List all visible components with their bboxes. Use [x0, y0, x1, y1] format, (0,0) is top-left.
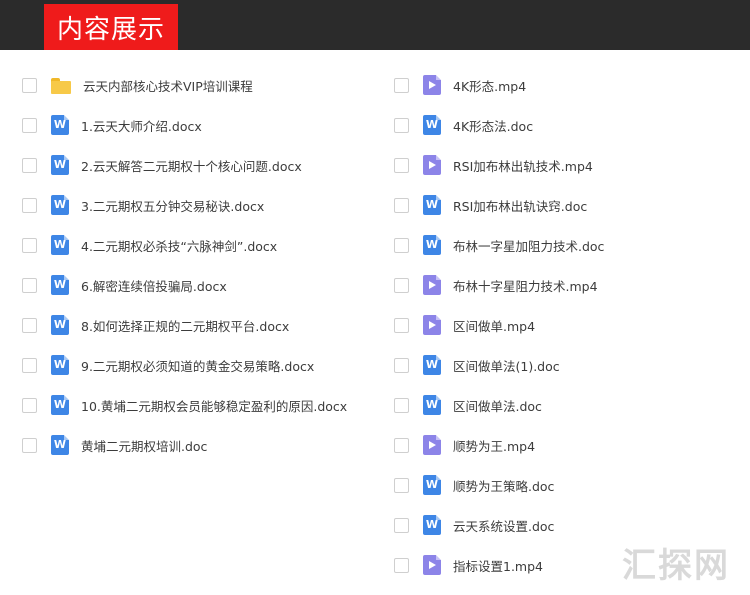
file-checkbox[interactable] — [394, 477, 409, 493]
file-name[interactable]: 4.二元期权必杀技“六脉神剑”.docx — [81, 236, 277, 255]
file-name[interactable]: 顺势为王.mp4 — [453, 436, 535, 455]
file-name[interactable]: 10.黄埔二元期权会员能够稳定盈利的原因.docx — [81, 396, 347, 415]
file-name[interactable]: 云天内部核心技术VIP培训课程 — [83, 76, 253, 95]
file-name[interactable]: 指标设置1.mp4 — [453, 556, 543, 575]
file-name[interactable]: 顺势为王策略.doc — [453, 476, 554, 495]
file-checkbox[interactable] — [22, 77, 37, 93]
file-row[interactable]: W RSI加布林出轨诀窍.doc — [394, 185, 604, 225]
file-name[interactable]: 云天系统设置.doc — [453, 516, 554, 535]
file-checkbox[interactable] — [394, 397, 409, 413]
word-doc-icon: W — [51, 115, 69, 135]
file-checkbox[interactable] — [394, 437, 409, 453]
file-checkbox[interactable] — [22, 277, 37, 293]
file-row[interactable]: W 8.如何选择正规的二元期权平台.docx — [22, 305, 347, 345]
file-row[interactable]: 云天内部核心技术VIP培训课程 — [22, 65, 347, 105]
file-name[interactable]: 8.如何选择正规的二元期权平台.docx — [81, 316, 289, 335]
file-checkbox[interactable] — [394, 357, 409, 373]
word-doc-icon: W — [51, 235, 69, 255]
file-row[interactable]: W 区间做单法.doc — [394, 385, 604, 425]
file-name[interactable]: 2.云天解答二元期权十个核心问题.docx — [81, 156, 302, 175]
word-doc-icon: W — [51, 195, 69, 215]
word-doc-icon: W — [423, 355, 441, 375]
word-doc-icon: W — [51, 275, 69, 295]
right-file-list: 4K形态.mp4 W 4K形态法.doc RSI加布林出轨技术.mp4 W RSI加布林出… — [394, 65, 604, 585]
file-name[interactable]: 1.云天大师介绍.docx — [81, 116, 202, 135]
file-row[interactable]: W 云天系统设置.doc — [394, 505, 604, 545]
file-row[interactable]: W 区间做单法(1).doc — [394, 345, 604, 385]
file-checkbox[interactable] — [22, 397, 37, 413]
file-name[interactable]: 区间做单法(1).doc — [453, 356, 560, 375]
file-checkbox[interactable] — [394, 117, 409, 133]
file-checkbox[interactable] — [394, 517, 409, 533]
folder-icon — [51, 78, 71, 94]
file-name[interactable]: 区间做单法.doc — [453, 396, 542, 415]
file-row[interactable]: RSI加布林出轨技术.mp4 — [394, 145, 604, 185]
file-row[interactable]: 布林十字星阻力技术.mp4 — [394, 265, 604, 305]
file-row[interactable]: 指标设置1.mp4 — [394, 545, 604, 585]
video-file-icon — [423, 275, 441, 295]
file-checkbox[interactable] — [394, 557, 409, 573]
file-checkbox[interactable] — [22, 157, 37, 173]
file-name[interactable]: 黄埔二元期权培训.doc — [81, 436, 207, 455]
video-file-icon — [423, 155, 441, 175]
video-file-icon — [423, 555, 441, 575]
file-row[interactable]: W 顺势为王策略.doc — [394, 465, 604, 505]
word-doc-icon: W — [423, 235, 441, 255]
left-file-list: 云天内部核心技术VIP培训课程 W 1.云天大师介绍.docx W 2.云天解答二元期权… — [22, 65, 347, 465]
file-checkbox[interactable] — [394, 237, 409, 253]
file-row[interactable]: W 1.云天大师介绍.docx — [22, 105, 347, 145]
file-row[interactable]: 区间做单.mp4 — [394, 305, 604, 345]
word-doc-icon: W — [51, 355, 69, 375]
header-bar: 内容展示 — [0, 0, 750, 50]
word-doc-icon: W — [423, 395, 441, 415]
file-name[interactable]: 布林十字星阻力技术.mp4 — [453, 276, 598, 295]
file-checkbox[interactable] — [394, 277, 409, 293]
file-checkbox[interactable] — [394, 317, 409, 333]
file-row[interactable]: W 9.二元期权必须知道的黄金交易策略.docx — [22, 345, 347, 385]
file-name[interactable]: RSI加布林出轨技术.mp4 — [453, 156, 593, 175]
file-name[interactable]: 9.二元期权必须知道的黄金交易策略.docx — [81, 356, 314, 375]
file-name[interactable]: 区间做单.mp4 — [453, 316, 535, 335]
file-checkbox[interactable] — [22, 197, 37, 213]
video-file-icon — [423, 75, 441, 95]
file-name[interactable]: 4K形态.mp4 — [453, 76, 526, 95]
file-name[interactable]: 布林一字星加阻力技术.doc — [453, 236, 604, 255]
word-doc-icon: W — [423, 115, 441, 135]
file-checkbox[interactable] — [22, 357, 37, 373]
word-doc-icon: W — [423, 475, 441, 495]
file-checkbox[interactable] — [22, 237, 37, 253]
file-row[interactable]: W 2.云天解答二元期权十个核心问题.docx — [22, 145, 347, 185]
file-checkbox[interactable] — [394, 197, 409, 213]
file-checkbox[interactable] — [22, 317, 37, 333]
file-name[interactable]: RSI加布林出轨诀窍.doc — [453, 196, 587, 215]
word-doc-icon: W — [423, 195, 441, 215]
file-checkbox[interactable] — [22, 437, 37, 453]
word-doc-icon: W — [51, 155, 69, 175]
word-doc-icon: W — [51, 395, 69, 415]
word-doc-icon: W — [51, 315, 69, 335]
file-row[interactable]: W 布林一字星加阻力技术.doc — [394, 225, 604, 265]
file-checkbox[interactable] — [22, 117, 37, 133]
file-row[interactable]: W 4.二元期权必杀技“六脉神剑”.docx — [22, 225, 347, 265]
title-box: 内容展示 — [44, 4, 178, 50]
video-file-icon — [423, 315, 441, 335]
word-doc-icon: W — [51, 435, 69, 455]
file-name[interactable]: 6.解密连续倍投骗局.docx — [81, 276, 227, 295]
file-row[interactable]: W 6.解密连续倍投骗局.docx — [22, 265, 347, 305]
file-name[interactable]: 4K形态法.doc — [453, 116, 533, 135]
file-checkbox[interactable] — [394, 157, 409, 173]
file-row[interactable]: 4K形态.mp4 — [394, 65, 604, 105]
file-row[interactable]: W 4K形态法.doc — [394, 105, 604, 145]
file-row[interactable]: W 3.二元期权五分钟交易秘诀.docx — [22, 185, 347, 225]
file-checkbox[interactable] — [394, 77, 409, 93]
file-row[interactable]: W 黄埔二元期权培训.doc — [22, 425, 347, 465]
word-doc-icon: W — [423, 515, 441, 535]
file-name[interactable]: 3.二元期权五分钟交易秘诀.docx — [81, 196, 264, 215]
page-title: 内容展示 — [56, 14, 165, 45]
file-row[interactable]: W 10.黄埔二元期权会员能够稳定盈利的原因.docx — [22, 385, 347, 425]
video-file-icon — [423, 435, 441, 455]
watermark: 汇探网 — [622, 546, 730, 586]
file-row[interactable]: 顺势为王.mp4 — [394, 425, 604, 465]
